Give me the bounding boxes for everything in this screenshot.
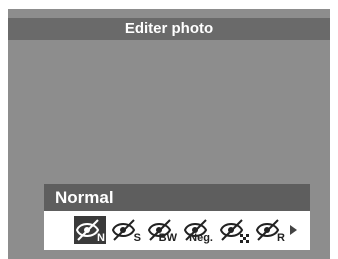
effect-label: Neg.: [189, 232, 213, 244]
effect-red-option[interactable]: R: [254, 216, 286, 244]
screen-title: Editer photo: [8, 18, 330, 40]
effect-label: S: [133, 232, 141, 244]
effect-sepia-option[interactable]: S: [110, 216, 142, 244]
effect-selector-strip: N S BW Neg. R: [44, 211, 310, 250]
scroll-right-arrow-icon[interactable]: [290, 225, 297, 235]
effect-mosaic-icon: [219, 219, 249, 243]
effect-label: BW: [158, 232, 177, 244]
effect-negative-option[interactable]: Neg.: [182, 216, 214, 244]
effect-mosaic-option[interactable]: [218, 216, 250, 244]
effect-label: R: [277, 232, 285, 244]
effect-normal-option[interactable]: N: [74, 216, 106, 244]
effect-black-white-option[interactable]: BW: [146, 216, 178, 244]
effect-name-label: Normal: [44, 184, 310, 211]
photo-edit-screen: Editer photo Normal N S BW Neg. R: [8, 9, 330, 259]
effect-label: N: [97, 232, 105, 244]
